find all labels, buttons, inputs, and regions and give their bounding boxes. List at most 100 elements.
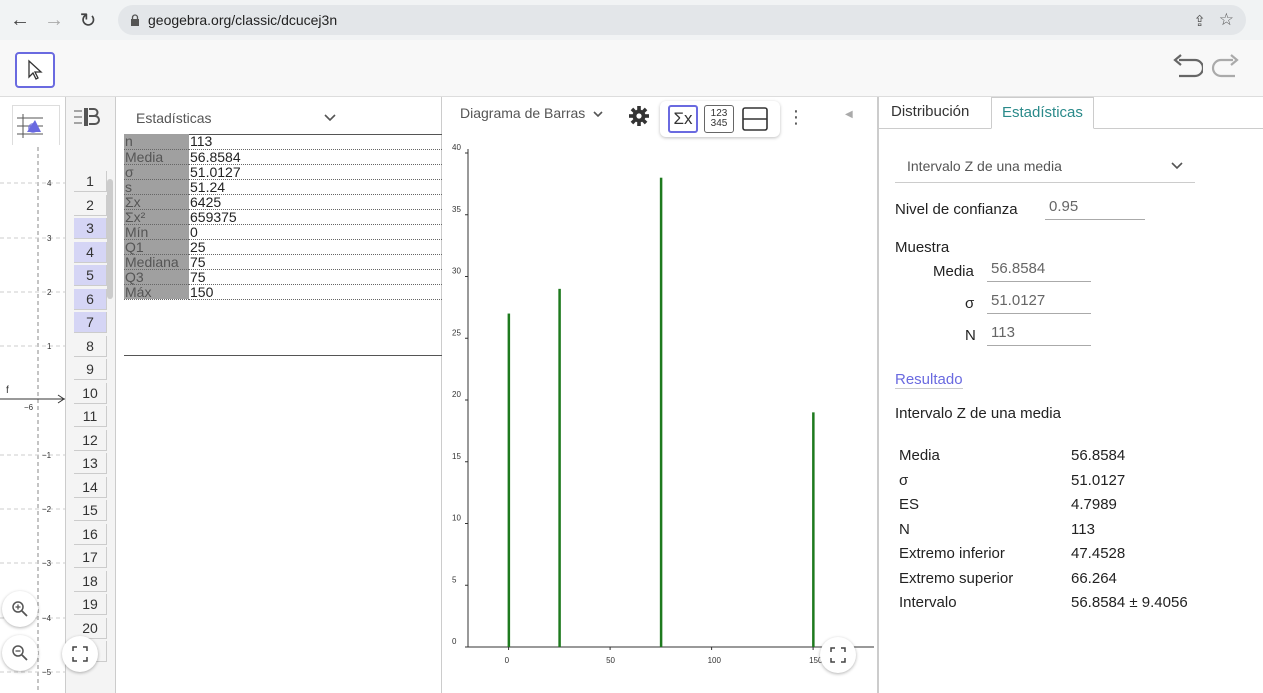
result-name: Media [899,447,940,464]
statistic-name: σ [124,164,189,180]
y-tick-label: −3 [42,559,52,568]
redo-icon[interactable] [1209,52,1243,82]
statistics-row: Σx 6425 [124,194,442,210]
y-tick-label: −4 [42,614,52,623]
spreadsheet-row-header[interactable]: 11 [74,406,107,427]
fullscreen-button[interactable] [820,637,856,673]
spreadsheet-view[interactable]: 123456789101112131415161718192021 [66,97,116,693]
y-tick-label: 35 [452,205,461,214]
spreadsheet-row-header[interactable]: 14 [74,476,107,498]
zoom-in-icon [12,601,28,617]
collapse-arrow-icon[interactable]: ◀ [845,109,853,120]
zoom-in-button[interactable] [2,591,38,627]
spreadsheet-scrollbar[interactable] [107,179,113,299]
spreadsheet-row-header[interactable]: 15 [74,500,107,521]
inference-panel: Distribución Estadísticas Intervalo Z de… [878,97,1263,693]
back-arrow-icon[interactable]: ← [6,6,34,34]
y-tick-label: −1 [42,451,52,460]
chart-type-label: Diagrama de Barras [460,105,586,121]
sample-sigma-input[interactable]: 51.0127 [987,292,1091,314]
result-name: Intervalo [899,594,957,611]
move-tool-button[interactable] [15,52,55,88]
chevron-down-icon [324,114,336,122]
address-bar[interactable]: geogebra.org/classic/dcucej3n ⇪ ☆ [118,5,1246,35]
x-tick-label: −6 [24,403,34,412]
statistics-row: Máx 150 [124,284,442,300]
lock-icon [131,14,139,26]
x-tick-label: 0 [505,656,510,665]
show-data-button[interactable]: 123 345 [704,105,734,133]
bookmark-star-icon[interactable]: ☆ [1219,10,1234,30]
more-options-icon[interactable]: ⋮ [787,107,805,128]
tab-statistics[interactable]: Estadísticas [991,97,1094,129]
reload-icon[interactable]: ↻ [74,6,102,34]
graphics-fullscreen-button[interactable] [62,636,98,672]
settings-button[interactable] [624,101,654,131]
sample-sigma-label: σ [965,295,975,312]
spreadsheet-row-header[interactable]: 10 [74,382,107,404]
undo-icon[interactable] [1169,52,1203,82]
result-value: 56.8584 [1071,447,1126,464]
function-label: f [6,385,9,396]
spreadsheet-row-header[interactable]: 4 [74,241,107,263]
show-statistics-button[interactable]: Σx [668,105,698,133]
spreadsheet-row-header[interactable]: 7 [74,312,107,333]
spreadsheet-row-header[interactable]: 13 [74,453,107,474]
procedure-dropdown[interactable]: Intervalo Z de una media [895,149,1195,183]
spreadsheet-row-header[interactable]: 5 [74,265,107,286]
spreadsheet-row-header[interactable]: 12 [74,429,107,451]
x-tick-label: 50 [606,656,615,665]
forward-arrow-icon[interactable]: → [40,6,68,34]
y-tick-label: −5 [42,668,52,677]
statistic-name: Mediana [124,254,189,270]
spreadsheet-row-header[interactable]: 18 [74,570,107,592]
chevron-down-icon [593,111,603,118]
zoom-out-button[interactable] [2,635,38,671]
y-tick-label: 3 [47,234,52,243]
sample-mean-label: Media [933,263,974,280]
statistic-name: Máx [124,284,189,300]
statistics-panel: Estadísticas n 113 Media 56.8584 σ 51.0127 s 51… [116,97,442,693]
bar [659,177,663,647]
result-procedure-title: Intervalo Z de una media [895,405,1061,422]
y-tick-label: −2 [42,505,52,514]
sample-n-label: N [965,327,976,344]
spreadsheet-row-header[interactable]: 17 [74,547,107,568]
y-tick-label: 25 [452,328,461,337]
spreadsheet-row-header[interactable]: 2 [74,194,107,216]
y-tick-label: 2 [47,288,52,297]
result-name: Extremo inferior [899,545,1005,562]
spreadsheet-row-header[interactable]: 19 [74,594,107,615]
result-name: σ [899,471,909,489]
numbers-label-bottom: 345 [710,118,728,129]
spreadsheet-row-header[interactable]: 9 [74,359,107,380]
chart-type-dropdown[interactable]: Diagrama de Barras [460,105,603,121]
sample-n-input[interactable]: 113 [987,324,1091,346]
fullscreen-icon [830,647,846,663]
layout-toggle-icon[interactable] [740,105,770,133]
spreadsheet-row-header[interactable]: 16 [74,523,107,545]
tab-distribution[interactable]: Distribución [881,97,979,129]
spreadsheet-row-header[interactable]: 6 [74,288,107,310]
result-heading: Resultado [895,371,963,389]
confidence-level-input[interactable]: 0.95 [1045,198,1145,220]
sigma-label: Σx [673,109,693,128]
result-name: N [899,520,910,538]
y-tick-label: 15 [452,452,461,461]
share-icon[interactable]: ⇪ [1193,12,1206,30]
bar [812,412,815,647]
graphics-view[interactable]: 4 3 2 1 −1 −2 −3 −4 −5 −6 f [0,97,66,693]
statistic-name: Mín [124,224,189,240]
chart-tool-group: Σx 123 345 [660,101,780,137]
sample-mean-input[interactable]: 56.8584 [987,260,1091,282]
statistics-table: n 113 Media 56.8584 σ 51.0127 s 51.24 Σx 6425 Σx² 6… [124,134,442,300]
spreadsheet-row-header[interactable]: 8 [74,335,107,357]
cursor-arrow-icon [28,59,43,80]
numbers-icon: 123 345 [711,109,728,129]
statistics-type-label: Estadísticas [136,110,212,126]
y-tick-label: 10 [452,514,461,523]
spreadsheet-row-header[interactable]: 3 [74,218,107,239]
spreadsheet-row-header[interactable]: 1 [74,171,107,192]
statistics-type-dropdown[interactable]: Estadísticas [136,105,336,131]
geogebra-toolbar [0,40,1263,97]
